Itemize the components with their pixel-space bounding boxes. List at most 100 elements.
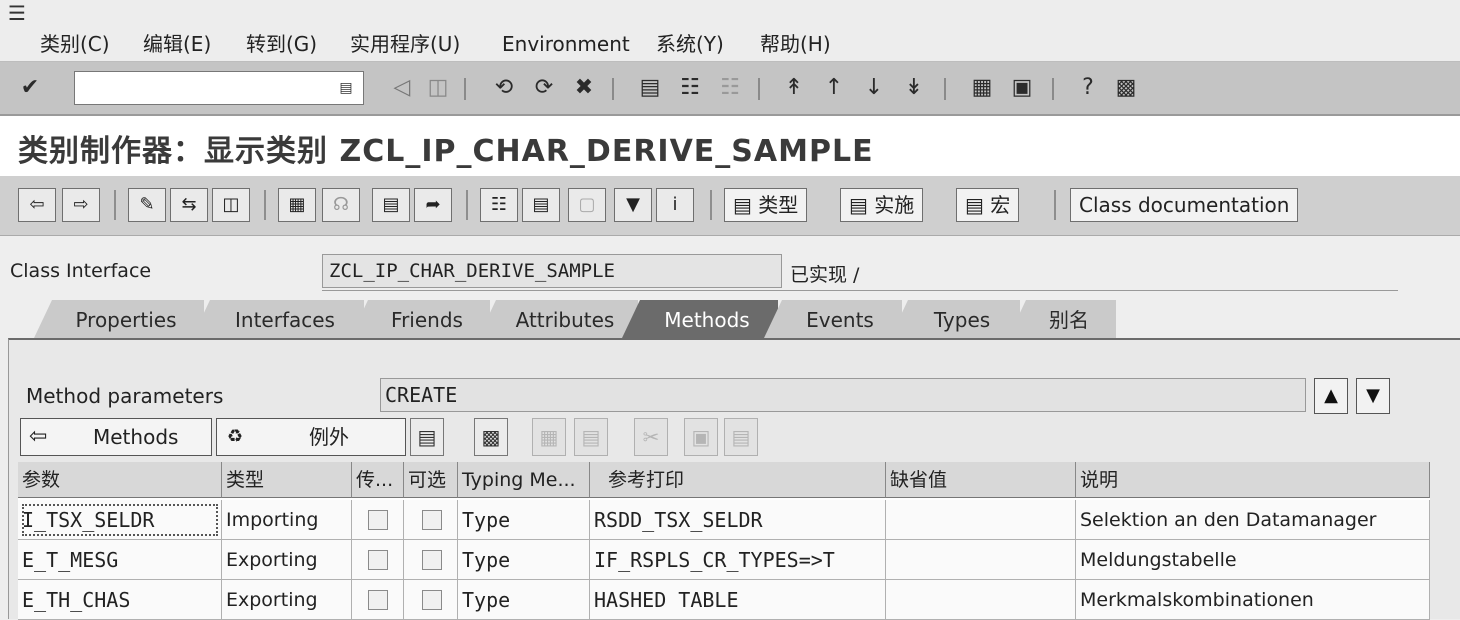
optional-checkbox[interactable]: [422, 550, 442, 570]
cut-icon[interactable]: ✂: [634, 418, 668, 456]
display-object-icon[interactable]: ▤: [522, 188, 560, 222]
parameter-type-cell[interactable]: Exporting: [222, 540, 352, 580]
copy-icon[interactable]: ▣: [684, 418, 718, 456]
exit-icon[interactable]: ⟳: [530, 74, 558, 102]
default-value-cell[interactable]: [886, 500, 1076, 540]
menu-edit[interactable]: 编辑(E): [143, 28, 211, 62]
previous-object-icon[interactable]: ⇦: [18, 188, 56, 222]
next-page-icon[interactable]: ↓: [860, 74, 888, 102]
pass-by-value-checkbox[interactable]: [368, 550, 388, 570]
optional-checkbox[interactable]: [422, 510, 442, 530]
pass-by-value-checkbox[interactable]: [368, 590, 388, 610]
class-interface-divider: [322, 290, 1398, 291]
navigation-window-icon[interactable]: ➦: [414, 188, 452, 222]
where-used-icon[interactable]: ▦: [278, 188, 316, 222]
active-inactive-icon[interactable]: ⇆: [170, 188, 208, 222]
pass-by-value-checkbox[interactable]: [368, 510, 388, 530]
implementation-button[interactable]: ▤ 实施: [840, 188, 924, 222]
parameter-name-cell[interactable]: I_TSX_SELDR: [18, 500, 222, 540]
parameter-name-cell[interactable]: E_T_MESG: [18, 540, 222, 580]
menu-utilities[interactable]: 实用程序(U): [350, 28, 460, 62]
menu-help[interactable]: 帮助(H): [760, 28, 831, 62]
enter-check-icon[interactable]: ✔: [16, 74, 44, 102]
delete-row-icon[interactable]: ▤: [574, 418, 608, 456]
column-header-default-value[interactable]: 缺省值: [886, 462, 1076, 498]
column-header-typing-method[interactable]: Typing Me...: [458, 462, 590, 498]
column-header-reference-type[interactable]: 参考打印: [590, 462, 886, 498]
tab-events[interactable]: Events: [764, 300, 902, 338]
command-field[interactable]: ▤: [74, 71, 364, 105]
menu-category[interactable]: 类别(C): [40, 28, 110, 62]
display-change-icon[interactable]: ✎: [128, 188, 166, 222]
tab-aliases[interactable]: 别名: [1008, 300, 1116, 338]
hierarchy-icon[interactable]: ☷: [480, 188, 518, 222]
tab-friends[interactable]: Friends: [350, 300, 490, 338]
class-interface-label: Class Interface: [10, 260, 152, 282]
column-header-pass-by-value[interactable]: 传...: [352, 462, 404, 498]
collapse-left-icon[interactable]: ◁: [388, 74, 416, 102]
first-page-icon[interactable]: ↟: [780, 74, 808, 102]
cancel-icon[interactable]: ✖: [570, 74, 598, 102]
menu-goto[interactable]: 转到(G): [246, 28, 317, 62]
tab-methods[interactable]: Methods: [622, 300, 778, 338]
tab-properties[interactable]: Properties: [34, 300, 204, 338]
window-menu-icon[interactable]: ☰: [8, 2, 38, 24]
menu-environment[interactable]: Environment: [502, 28, 630, 62]
types-button[interactable]: ▤ 类型: [724, 188, 808, 222]
parameter-name-cell[interactable]: E_TH_CHAS: [18, 580, 222, 620]
activate-icon[interactable]: ☊: [322, 188, 360, 222]
macros-button[interactable]: ▤ 宏: [956, 188, 1020, 222]
next-method-button[interactable]: ▼: [1356, 378, 1390, 414]
exceptions-button[interactable]: ♻ 例外: [216, 418, 406, 456]
source-code-icon[interactable]: ▤: [410, 418, 444, 456]
find-icon[interactable]: ☷: [676, 74, 704, 102]
class-documentation-button[interactable]: Class documentation: [1070, 188, 1299, 222]
typing-method-cell[interactable]: Type: [458, 500, 590, 540]
check-icon[interactable]: ◫: [212, 188, 250, 222]
toolbar-separator: [1054, 190, 1056, 220]
column-header-description[interactable]: 说明: [1076, 462, 1430, 498]
next-object-icon[interactable]: ⇨: [62, 188, 100, 222]
new-session-icon[interactable]: ▦: [968, 74, 996, 102]
parameter-type-cell[interactable]: Exporting: [222, 580, 352, 620]
filter-icon[interactable]: ▼: [614, 188, 652, 222]
back-icon[interactable]: ⟲: [490, 74, 518, 102]
reference-type-cell[interactable]: HASHED TABLE: [590, 580, 886, 620]
fullscreen-icon[interactable]: ▢: [568, 188, 606, 222]
optional-checkbox[interactable]: [422, 590, 442, 610]
column-header-type[interactable]: 类型: [222, 462, 352, 498]
print-icon[interactable]: ▤: [636, 74, 664, 102]
tab-types[interactable]: Types: [890, 300, 1020, 338]
shortcut-icon[interactable]: ▣: [1008, 74, 1036, 102]
default-value-cell[interactable]: [886, 540, 1076, 580]
layout-menu-icon[interactable]: ▩: [1112, 74, 1140, 102]
back-to-methods-button[interactable]: ⇦ Methods: [20, 418, 212, 456]
menu-system[interactable]: 系统(Y): [656, 28, 724, 62]
column-header-optional[interactable]: 可选: [404, 462, 458, 498]
tab-interfaces[interactable]: Interfaces: [192, 300, 364, 338]
save-icon[interactable]: ◫: [424, 74, 452, 102]
find-next-icon[interactable]: ☷: [716, 74, 744, 102]
previous-page-icon[interactable]: ↑: [820, 74, 848, 102]
typing-method-cell[interactable]: Type: [458, 580, 590, 620]
command-history-icon[interactable]: ▤: [337, 77, 355, 99]
reference-type-cell[interactable]: RSDD_TSX_SELDR: [590, 500, 886, 540]
object-list-icon[interactable]: ▤: [372, 188, 410, 222]
typing-method-cell[interactable]: Type: [458, 540, 590, 580]
tab-attributes[interactable]: Attributes: [478, 300, 638, 338]
help-icon[interactable]: ?: [1074, 74, 1102, 102]
default-value-cell[interactable]: [886, 580, 1076, 620]
last-page-icon[interactable]: ↡: [900, 74, 928, 102]
description-cell[interactable]: Selektion an den Datamanager: [1076, 500, 1430, 540]
insert-row-icon[interactable]: ▦: [532, 418, 566, 456]
parameter-type-cell[interactable]: Importing: [222, 500, 352, 540]
description-cell[interactable]: Meldungstabelle: [1076, 540, 1430, 580]
parameter-detail-icon[interactable]: ▩: [474, 418, 508, 456]
reference-type-cell[interactable]: IF_RSPLS_CR_TYPES=>T: [590, 540, 886, 580]
info-icon[interactable]: i: [656, 188, 694, 222]
description-cell[interactable]: Merkmalskombinationen: [1076, 580, 1430, 620]
column-header-parameter[interactable]: 参数: [18, 462, 222, 498]
types-button-label: 类型: [758, 193, 799, 217]
previous-method-button[interactable]: ▲: [1314, 378, 1348, 414]
paste-icon[interactable]: ▤: [724, 418, 758, 456]
